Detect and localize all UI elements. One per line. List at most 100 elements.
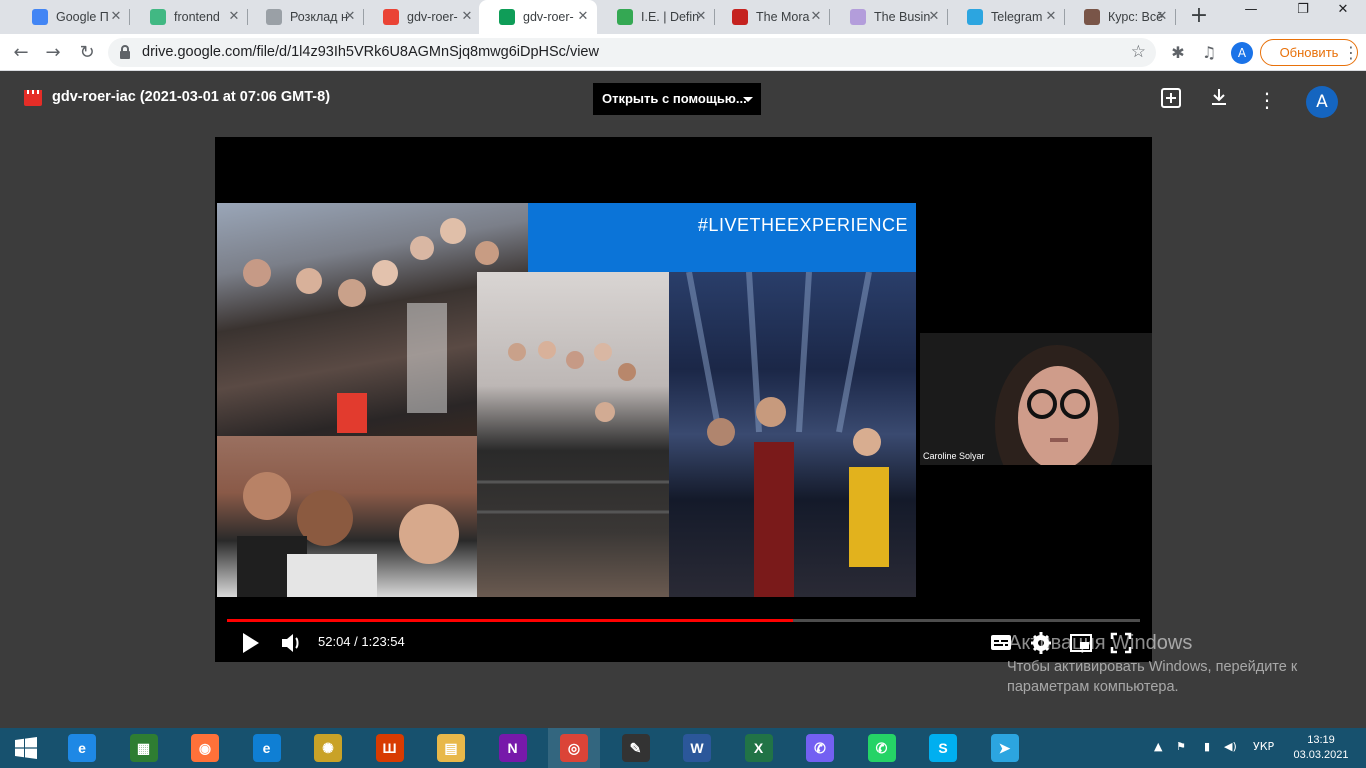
lock-icon	[120, 45, 130, 59]
browser-toolbar: ← → ↻ drive.google.com/file/d/1l4z93Ih5V…	[0, 34, 1366, 71]
tab-3[interactable]: Розклад н ✕	[246, 0, 364, 34]
file-explorer-icon[interactable]: ▤	[425, 728, 477, 768]
edge-icon[interactable]: e	[241, 728, 293, 768]
group-photo-3	[477, 272, 669, 597]
url-text: drive.google.com/file/d/1l4z93Ih5VRk6U8A…	[142, 44, 599, 60]
taskbar-glyph: ✺	[314, 734, 342, 762]
taskbar-glyph: X	[744, 734, 773, 762]
gmail-icon	[383, 9, 399, 25]
vue-icon	[150, 9, 166, 25]
activation-watermark-text: Чтобы активировать Windows, перейдите к …	[1007, 659, 1298, 695]
video-file-icon	[24, 90, 42, 106]
telegram-icon	[967, 9, 983, 25]
taskbar-glyph: ➤	[990, 734, 1019, 762]
taskbar-glyph: W	[683, 734, 711, 762]
flag-icon[interactable]: ⚑	[1176, 740, 1186, 753]
start-button[interactable]	[0, 728, 52, 768]
google-translate-icon	[32, 9, 48, 25]
close-tab-icon[interactable]: ✕	[693, 9, 709, 25]
owl-icon	[1084, 9, 1100, 25]
close-window-button[interactable]: ✕	[1320, 0, 1366, 22]
reload-button[interactable]: ↻	[74, 40, 100, 66]
taskbar-glyph: S	[929, 734, 957, 762]
tab-strip: + — ❐ ✕ Google П ✕ frontend ✕ Розклад н ✕ gdv-…	[0, 0, 1366, 34]
flower-icon	[850, 9, 866, 25]
menu-kebab-icon[interactable]: ⋮	[1340, 42, 1362, 64]
whatsapp-icon[interactable]: ✆	[856, 728, 908, 768]
group-photo-4	[669, 272, 916, 597]
minimize-button[interactable]: —	[1228, 0, 1274, 22]
download-icon[interactable]	[1206, 87, 1232, 113]
profile-avatar[interactable]: A	[1231, 42, 1253, 64]
close-tab-icon[interactable]: ✕	[459, 9, 475, 25]
firefox-icon[interactable]: ◉	[179, 728, 231, 768]
onenote-icon[interactable]: N	[487, 728, 539, 768]
slide-hashtag: #LIVETHEEXPERIENCE	[697, 215, 908, 235]
more-options-icon[interactable]: ⋮	[1254, 87, 1280, 113]
app-icon[interactable]: ✺	[302, 728, 354, 768]
taskbar-glyph: ▤	[437, 734, 465, 762]
close-tab-icon[interactable]: ✕	[808, 9, 824, 25]
progress-bar[interactable]	[227, 619, 1140, 622]
tab-separator	[1175, 9, 1176, 25]
taskbar-glyph: N	[498, 734, 527, 762]
open-with-dropdown[interactable]: Открыть с помощью...	[593, 83, 761, 115]
close-tab-icon[interactable]: ✕	[926, 9, 942, 25]
volume-button[interactable]	[279, 629, 303, 657]
tab-4[interactable]: gdv-roer- ✕	[363, 0, 481, 34]
close-tab-icon[interactable]: ✕	[1154, 9, 1170, 25]
tab-1[interactable]: Google П ✕	[12, 0, 130, 34]
taskbar-glyph: ✆	[806, 734, 834, 762]
back-button[interactable]: ←	[8, 40, 34, 66]
close-tab-icon[interactable]: ✕	[108, 9, 124, 25]
play-button[interactable]	[239, 629, 263, 657]
skype-icon[interactable]: S	[917, 728, 969, 768]
taskbar-glyph: Ш	[375, 734, 404, 762]
forward-button[interactable]: →	[40, 40, 66, 66]
tab-5[interactable]: gdv-roer- ✕	[479, 0, 597, 34]
tab-2[interactable]: frontend ✕	[130, 0, 248, 34]
volume-icon[interactable]: ◀)	[1224, 740, 1237, 753]
excel-icon[interactable]: X	[733, 728, 785, 768]
tray-chevron-icon[interactable]: ▲	[1154, 740, 1162, 753]
account-avatar[interactable]: A	[1306, 86, 1338, 118]
viber-icon[interactable]: ✆	[794, 728, 846, 768]
close-tab-icon[interactable]: ✕	[575, 9, 591, 25]
battery-icon[interactable]: ▮	[1204, 740, 1210, 753]
media-control-icon[interactable]: ♫	[1198, 42, 1220, 64]
close-tab-icon[interactable]: ✕	[342, 9, 358, 25]
new-tab-button[interactable]: +	[1186, 4, 1212, 30]
language-indicator[interactable]: УКР	[1253, 740, 1274, 753]
taskbar-glyph: e	[68, 734, 96, 762]
add-to-drive-icon[interactable]	[1158, 87, 1184, 113]
reader-icon[interactable]: ✎	[610, 728, 662, 768]
bookmark-star-icon[interactable]: ☆	[1131, 42, 1146, 62]
close-tab-icon[interactable]: ✕	[1043, 9, 1059, 25]
open-with-label: Открыть с помощью...	[602, 91, 747, 106]
taskbar-glyph: ◉	[191, 734, 219, 762]
taskbar-glyph: ✎	[621, 734, 650, 762]
taskbar-glyph: e	[252, 734, 281, 762]
presentation-slide: #LIVETHEEXPERIENCE	[217, 203, 916, 597]
tab-8[interactable]: The Busin ✕	[830, 0, 948, 34]
extensions-icon[interactable]: ✱	[1167, 42, 1189, 64]
time-display: 52:04 / 1:23:54	[318, 634, 405, 649]
telegram-icon[interactable]: ➤	[979, 728, 1031, 768]
tab-9[interactable]: Telegram ✕	[947, 0, 1065, 34]
system-clock[interactable]: 13:19 03.03.2021	[1290, 733, 1352, 763]
file-title: gdv-roer-iac (2021-03-01 at 07:06 GMT-8)	[52, 89, 331, 105]
internet-explorer-icon[interactable]: e	[56, 728, 108, 768]
tab-6[interactable]: I.E. | Defin ✕	[597, 0, 715, 34]
store-icon[interactable]: ▦	[118, 728, 170, 768]
close-tab-icon[interactable]: ✕	[226, 9, 242, 25]
word-icon[interactable]: W	[671, 728, 723, 768]
chrome-icon[interactable]: ◎	[548, 728, 600, 768]
address-bar[interactable]: drive.google.com/file/d/1l4z93Ih5VRk6U8A…	[108, 38, 1156, 67]
video-player[interactable]: #LIVETHEEXPERIENCE Caroline Solyar 52:04…	[215, 137, 1152, 662]
windows-taskbar: ▲ ⚑ ▮ ◀) УКР 13:19 03.03.2021 e ▦ ◉ e ✺ Ш ▤ N ◎ ✎…	[0, 728, 1366, 768]
office-icon[interactable]: Ш	[364, 728, 416, 768]
tab-7[interactable]: The Mora ✕	[712, 0, 830, 34]
l-icon	[617, 9, 633, 25]
tab-10[interactable]: Курс: Всё ✕	[1064, 0, 1176, 34]
activation-watermark-title: Активация Windows	[1008, 632, 1193, 654]
